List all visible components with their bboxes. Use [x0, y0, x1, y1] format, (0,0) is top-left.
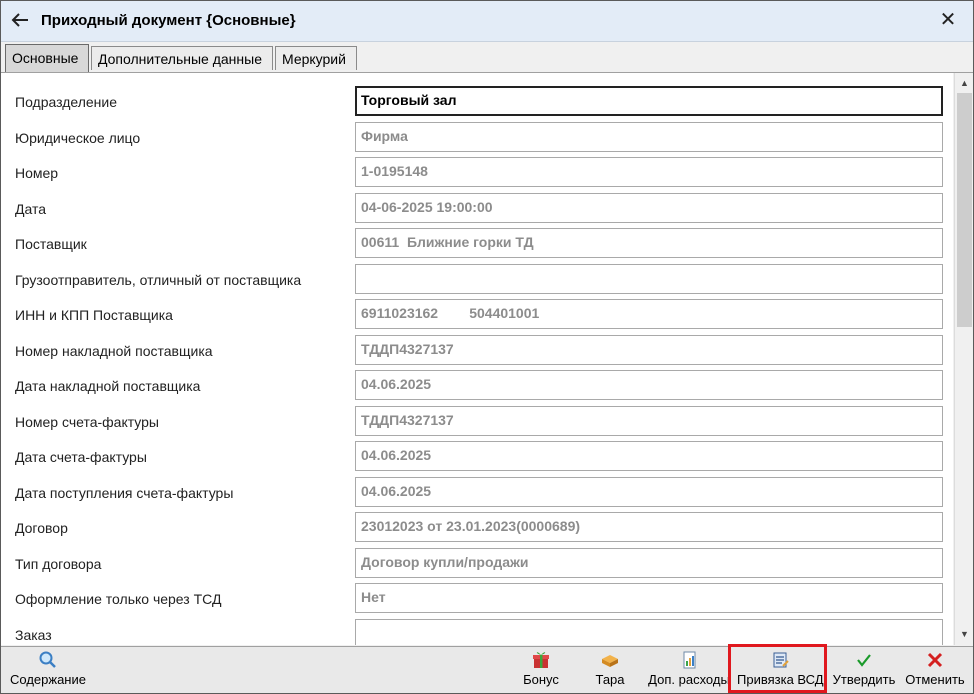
- form-row-waybill-number: Номер накладной поставщика ТДДП4327137: [1, 322, 953, 365]
- form-row-date: Дата 04-06-2025 19:00:00: [1, 180, 953, 223]
- cross-icon: [927, 652, 943, 668]
- cancel-label: Отменить: [905, 672, 965, 687]
- vsd-link-button[interactable]: Привязка ВСД: [737, 650, 824, 692]
- gift-icon: [533, 652, 549, 668]
- document-link-icon: [773, 652, 789, 668]
- close-icon: ✕: [939, 9, 957, 31]
- document-chart-icon: [683, 651, 696, 669]
- tab-mercury[interactable]: Меркурий: [275, 46, 357, 70]
- form-row-waybill-date: Дата накладной поставщика 04.06.2025: [1, 357, 953, 400]
- vertical-scrollbar[interactable]: ▲ ▼: [954, 73, 973, 645]
- contents-label: Содержание: [10, 672, 86, 687]
- extra-costs-label: Доп. расходы: [648, 672, 730, 687]
- tab-label: Дополнительные данные: [98, 51, 262, 67]
- approve-button[interactable]: Утвердить: [829, 650, 899, 692]
- form-row-order: Заказ: [1, 606, 953, 645]
- scrollbar-thumb[interactable]: [957, 93, 972, 327]
- bonus-button[interactable]: Бонус: [519, 650, 563, 692]
- extra-costs-button[interactable]: Доп. расходы: [647, 650, 731, 692]
- form-row-inn-kpp: ИНН и КПП Поставщика 6911023162 50440100…: [1, 286, 953, 329]
- document-window: Приходный документ {Основные} ✕ Основные…: [0, 0, 974, 694]
- scroll-down-button[interactable]: ▼: [956, 626, 973, 643]
- tara-label: Тара: [595, 672, 625, 687]
- bonus-label: Бонус: [523, 672, 559, 687]
- scroll-up-button[interactable]: ▲: [956, 75, 973, 92]
- window-title: Приходный документ {Основные}: [41, 12, 296, 29]
- form-row-shipper: Грузоотправитель, отличный от поставщика: [1, 251, 953, 294]
- tab-bar: Основные Дополнительные данные Меркурий: [1, 42, 973, 73]
- field-label: Заказ: [15, 626, 52, 643]
- form-row-subdivision: Подразделение Торговый зал: [1, 73, 953, 116]
- title-bar: Приходный документ {Основные} ✕: [1, 1, 973, 42]
- form-panel: Подразделение Торговый зал Юридическое л…: [1, 73, 953, 645]
- tab-label: Меркурий: [282, 51, 346, 67]
- tara-button[interactable]: Тара: [591, 650, 629, 692]
- cancel-button[interactable]: Отменить: [903, 650, 967, 692]
- back-button[interactable]: [9, 9, 31, 31]
- magnifier-icon: [39, 651, 56, 668]
- form-row-invoice-number: Номер счета-фактуры ТДДП4327137: [1, 393, 953, 436]
- form-row-legal-entity: Юридическое лицо Фирма: [1, 109, 953, 152]
- close-button[interactable]: ✕: [937, 9, 959, 31]
- form-row-invoice-receipt-date: Дата поступления счета-фактуры 04.06.202…: [1, 464, 953, 507]
- form-row-invoice-date: Дата счета-фактуры 04.06.2025: [1, 428, 953, 471]
- vsd-link-label: Привязка ВСД: [737, 672, 824, 687]
- checkmark-icon: [857, 654, 871, 667]
- form-row-tsd-only: Оформление только через ТСД Нет: [1, 570, 953, 613]
- form-row-number: Номер 1-0195148: [1, 144, 953, 187]
- tab-label: Основные: [12, 50, 79, 66]
- contents-button[interactable]: Содержание: [9, 650, 87, 692]
- form-row-contract-type: Тип договора Договор купли/продажи: [1, 535, 953, 578]
- tab-main[interactable]: Основные: [5, 44, 89, 72]
- order-field[interactable]: [355, 618, 943, 645]
- tab-additional-data[interactable]: Дополнительные данные: [91, 46, 273, 70]
- form-row-supplier: Поставщик 00611 Ближние горки ТД: [1, 215, 953, 258]
- approve-label: Утвердить: [832, 672, 896, 687]
- arrow-left-icon: [11, 13, 28, 27]
- form-row-contract: Договор 23012023 от 23.01.2023(0000689): [1, 499, 953, 542]
- bottom-toolbar: Содержание Бонус Тара Доп. расходы Привя…: [1, 646, 973, 693]
- container-icon: [602, 655, 618, 667]
